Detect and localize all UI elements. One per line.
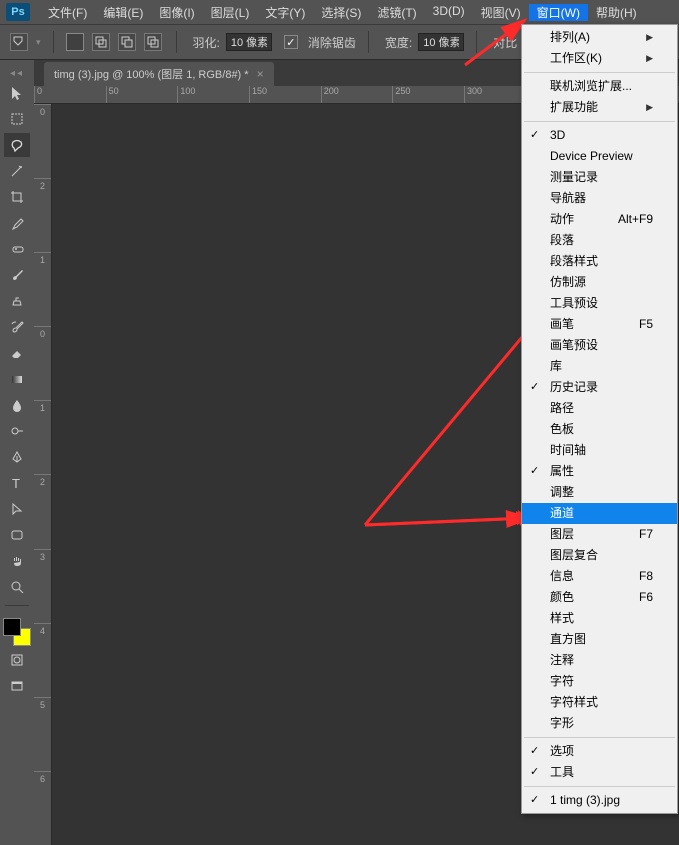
menu-item-联机浏览扩展...[interactable]: 联机浏览扩展... <box>522 76 677 97</box>
crop-tool-icon[interactable] <box>4 185 30 209</box>
add-selection-icon[interactable] <box>92 33 110 51</box>
menu-图像(I)[interactable]: 图像(I) <box>151 4 202 21</box>
document-tab-title: timg (3).jpg @ 100% (图层 1, RGB/8#) * <box>54 66 249 82</box>
pen-tool-icon[interactable] <box>4 445 30 469</box>
path-selection-tool-icon[interactable] <box>4 497 30 521</box>
menu-item-扩展功能[interactable]: 扩展功能▶ <box>522 97 677 118</box>
toolbar: ◂◂ T <box>0 60 34 845</box>
type-tool-icon[interactable]: T <box>4 471 30 495</box>
menu-item-字形[interactable]: 字形 <box>522 713 677 734</box>
eraser-tool-icon[interactable] <box>4 341 30 365</box>
antialias-checkbox[interactable]: ✓ <box>284 35 298 49</box>
feather-input[interactable] <box>226 33 272 51</box>
menu-item-Device Preview[interactable]: Device Preview <box>522 146 677 167</box>
menu-文件(F)[interactable]: 文件(F) <box>40 4 95 21</box>
subtract-selection-icon[interactable] <box>118 33 136 51</box>
menu-item-画笔预设[interactable]: 画笔预设 <box>522 335 677 356</box>
document-tab[interactable]: timg (3).jpg @ 100% (图层 1, RGB/8#) * × <box>44 62 274 86</box>
blur-tool-icon[interactable] <box>4 393 30 417</box>
feather-label: 羽化: <box>193 34 220 51</box>
antialias-label: 消除锯齿 <box>308 34 356 51</box>
history-brush-tool-icon[interactable] <box>4 315 30 339</box>
new-selection-icon[interactable] <box>66 33 84 51</box>
menu-item-路径[interactable]: 路径 <box>522 398 677 419</box>
menu-选择(S)[interactable]: 选择(S) <box>313 4 369 21</box>
lasso-tool-icon[interactable] <box>4 133 30 157</box>
menu-item-直方图[interactable]: 直方图 <box>522 629 677 650</box>
hand-tool-icon[interactable] <box>4 549 30 573</box>
menu-item-信息[interactable]: 信息F8 <box>522 566 677 587</box>
menu-窗口(W)[interactable]: 窗口(W) <box>529 4 588 21</box>
menu-item-图层复合[interactable]: 图层复合 <box>522 545 677 566</box>
width-input[interactable] <box>418 33 464 51</box>
magic-wand-tool-icon[interactable] <box>4 159 30 183</box>
menu-item-通道[interactable]: 通道 <box>522 503 677 524</box>
menu-帮助(H)[interactable]: 帮助(H) <box>588 4 645 21</box>
healing-brush-tool-icon[interactable] <box>4 237 30 261</box>
ps-logo: Ps <box>6 3 30 21</box>
intersect-selection-icon[interactable] <box>144 33 162 51</box>
menu-item-仿制源[interactable]: 仿制源 <box>522 272 677 293</box>
tool-preset-icon[interactable] <box>10 33 28 51</box>
menu-item-色板[interactable]: 色板 <box>522 419 677 440</box>
clone-stamp-tool-icon[interactable] <box>4 289 30 313</box>
width-label: 宽度: <box>385 34 412 51</box>
menu-3D(D)[interactable]: 3D(D) <box>425 4 473 21</box>
menu-item-工具[interactable]: ✓工具 <box>522 762 677 783</box>
menu-item-动作[interactable]: 动作Alt+F9 <box>522 209 677 230</box>
gradient-tool-icon[interactable] <box>4 367 30 391</box>
menu-item-3D[interactable]: ✓3D <box>522 125 677 146</box>
close-icon[interactable]: × <box>257 67 264 81</box>
menu-图层(L)[interactable]: 图层(L) <box>203 4 258 21</box>
window-menu-dropdown: 排列(A)▶工作区(K)▶ 联机浏览扩展...扩展功能▶ ✓3DDevice Pre… <box>521 24 678 814</box>
menu-item-图层[interactable]: 图层F7 <box>522 524 677 545</box>
foreground-color-swatch[interactable] <box>3 618 21 636</box>
marquee-tool-icon[interactable] <box>4 107 30 131</box>
menu-item-调整[interactable]: 调整 <box>522 482 677 503</box>
menu-文字(Y)[interactable]: 文字(Y) <box>257 4 313 21</box>
menu-编辑(E)[interactable]: 编辑(E) <box>95 4 151 21</box>
menu-item-颜色[interactable]: 颜色F6 <box>522 587 677 608</box>
menu-item-选项[interactable]: ✓选项 <box>522 741 677 762</box>
svg-text:T: T <box>12 476 20 491</box>
dodge-tool-icon[interactable] <box>4 419 30 443</box>
menu-item-1 timg (3).jpg[interactable]: ✓1 timg (3).jpg <box>522 790 677 811</box>
contrast-label: 对比 <box>493 34 517 51</box>
eyedropper-tool-icon[interactable] <box>4 211 30 235</box>
menu-item-段落[interactable]: 段落 <box>522 230 677 251</box>
menu-item-工具预设[interactable]: 工具预设 <box>522 293 677 314</box>
vertical-ruler: 0210123456 <box>34 104 52 845</box>
menubar: Ps 文件(F)编辑(E)图像(I)图层(L)文字(Y)选择(S)滤镜(T)3D… <box>0 0 679 24</box>
menu-item-样式[interactable]: 样式 <box>522 608 677 629</box>
menu-滤镜(T)[interactable]: 滤镜(T) <box>369 4 424 21</box>
toolbar-grip-icon[interactable]: ◂◂ <box>8 68 26 79</box>
menu-item-工作区(K)[interactable]: 工作区(K)▶ <box>522 48 677 69</box>
menu-item-测量记录[interactable]: 测量记录 <box>522 167 677 188</box>
menu-item-注释[interactable]: 注释 <box>522 650 677 671</box>
menu-item-段落样式[interactable]: 段落样式 <box>522 251 677 272</box>
move-tool-icon[interactable] <box>4 81 30 105</box>
menu-item-字符样式[interactable]: 字符样式 <box>522 692 677 713</box>
menu-item-导航器[interactable]: 导航器 <box>522 188 677 209</box>
brush-tool-icon[interactable] <box>4 263 30 287</box>
quick-mask-icon[interactable] <box>4 648 30 672</box>
zoom-tool-icon[interactable] <box>4 575 30 599</box>
menu-item-历史记录[interactable]: ✓历史记录 <box>522 377 677 398</box>
menu-item-排列(A)[interactable]: 排列(A)▶ <box>522 27 677 48</box>
color-swatches[interactable] <box>3 618 31 646</box>
menu-item-属性[interactable]: ✓属性 <box>522 461 677 482</box>
menu-item-库[interactable]: 库 <box>522 356 677 377</box>
menu-item-字符[interactable]: 字符 <box>522 671 677 692</box>
screen-mode-icon[interactable] <box>4 674 30 698</box>
menu-item-时间轴[interactable]: 时间轴 <box>522 440 677 461</box>
menu-item-画笔[interactable]: 画笔F5 <box>522 314 677 335</box>
menu-视图(V)[interactable]: 视图(V) <box>473 4 529 21</box>
shape-tool-icon[interactable] <box>4 523 30 547</box>
